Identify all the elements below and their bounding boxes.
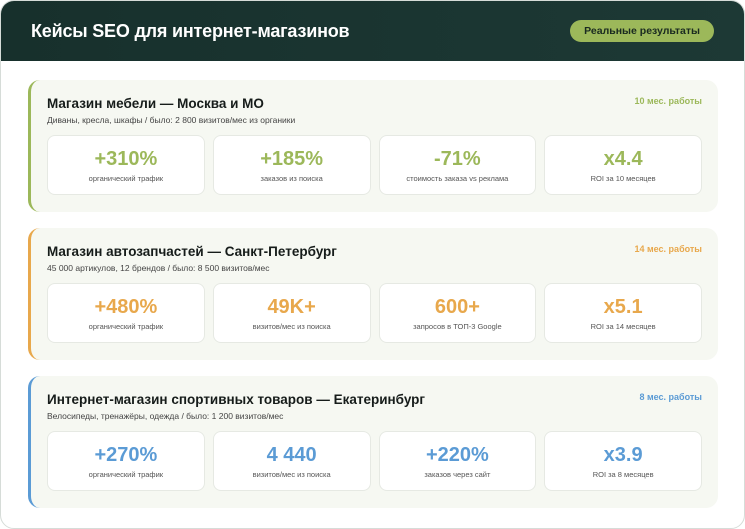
results-badge: Реальные результаты bbox=[570, 20, 714, 42]
case-card: Магазин мебели — Москва и МО 10 мес. рабо… bbox=[28, 80, 718, 212]
stat-value: +310% bbox=[94, 148, 158, 170]
stat-value: x4.4 bbox=[603, 148, 643, 170]
stat-label: органический трафик bbox=[88, 470, 164, 479]
stat-box: +220% заказов через сайт bbox=[378, 431, 537, 491]
case-duration: 14 мес. работы bbox=[634, 244, 703, 254]
stat-label: стоимость заказа vs реклама bbox=[406, 174, 509, 183]
stats-row: +480% органический трафик 49K+ визитов/мес … bbox=[47, 283, 702, 343]
case-title: Магазин мебели — Москва и МО bbox=[47, 96, 264, 111]
stat-label: органический трафик bbox=[88, 174, 164, 183]
stat-box: +310% органический трафик bbox=[47, 135, 205, 195]
stat-value: +185% bbox=[260, 148, 324, 170]
stat-label: органический трафик bbox=[88, 322, 164, 331]
stat-box: +270% органический трафик bbox=[47, 431, 205, 491]
stat-value: +480% bbox=[94, 296, 158, 318]
stats-row: +270% органический трафик 4 440 визитов/мес… bbox=[47, 431, 702, 491]
case-subtitle: Велосипеды, тренажёры, одежда / было: 1 … bbox=[47, 411, 284, 421]
stat-label: заказов из поиска bbox=[260, 174, 323, 183]
case-title: Магазин автозапчастей — Санкт-Петербург bbox=[47, 244, 337, 259]
stat-box: x3.9 ROI за 8 месяцев bbox=[544, 431, 702, 491]
case-duration: 10 мес. работы bbox=[634, 96, 703, 106]
case-subtitle: Диваны, кресла, шкафы / было: 2 800 визи… bbox=[47, 115, 296, 125]
case-subtitle: 45 000 артикулов, 12 брендов / было: 8 5… bbox=[47, 263, 270, 273]
stats-row: +310% органический трафик +185% заказов из … bbox=[47, 135, 702, 195]
stat-value: 600+ bbox=[434, 296, 480, 318]
stat-value: x3.9 bbox=[603, 444, 643, 466]
case-duration: 8 мес. работы bbox=[639, 392, 703, 402]
stat-label: визитов/мес из поиска bbox=[252, 470, 331, 479]
case-title: Интернет-магазин спортивных товаров — Ек… bbox=[47, 392, 426, 407]
stat-label: ROI за 14 месяцев bbox=[590, 322, 656, 331]
stat-box: -71% стоимость заказа vs реклама bbox=[378, 135, 537, 195]
stat-box: 4 440 визитов/мес из поиска bbox=[212, 431, 371, 491]
stat-box: +480% органический трафик bbox=[47, 283, 205, 343]
stat-box: +185% заказов из поиска bbox=[212, 135, 371, 195]
stat-label: ROI за 8 месяцев bbox=[592, 470, 654, 479]
stat-box: 600+ запросов в ТОП-3 Google bbox=[378, 283, 537, 343]
stat-value: -71% bbox=[434, 148, 481, 170]
stat-box: x4.4 ROI за 10 месяцев bbox=[544, 135, 702, 195]
stat-label: запросов в ТОП-3 Google bbox=[413, 322, 502, 331]
stat-box: x5.1 ROI за 14 месяцев bbox=[544, 283, 702, 343]
stat-label: заказов через сайт bbox=[424, 470, 491, 479]
stat-value: x5.1 bbox=[603, 296, 643, 318]
page-title: Кейсы SEO для интернет-магазинов bbox=[31, 20, 350, 41]
stat-value: 4 440 bbox=[266, 444, 317, 466]
stat-value: 49K+ bbox=[267, 296, 316, 318]
stat-label: визитов/мес из поиска bbox=[252, 322, 331, 331]
header: Кейсы SEO для интернет-магазинов Реальны… bbox=[1, 1, 744, 61]
stat-label: ROI за 10 месяцев bbox=[590, 174, 656, 183]
stat-value: +220% bbox=[425, 444, 489, 466]
stat-value: +270% bbox=[94, 444, 158, 466]
stat-box: 49K+ визитов/мес из поиска bbox=[212, 283, 371, 343]
case-card: Интернет-магазин спортивных товаров — Ек… bbox=[28, 376, 718, 508]
case-card: Магазин автозапчастей — Санкт-Петербург 1… bbox=[28, 228, 718, 360]
